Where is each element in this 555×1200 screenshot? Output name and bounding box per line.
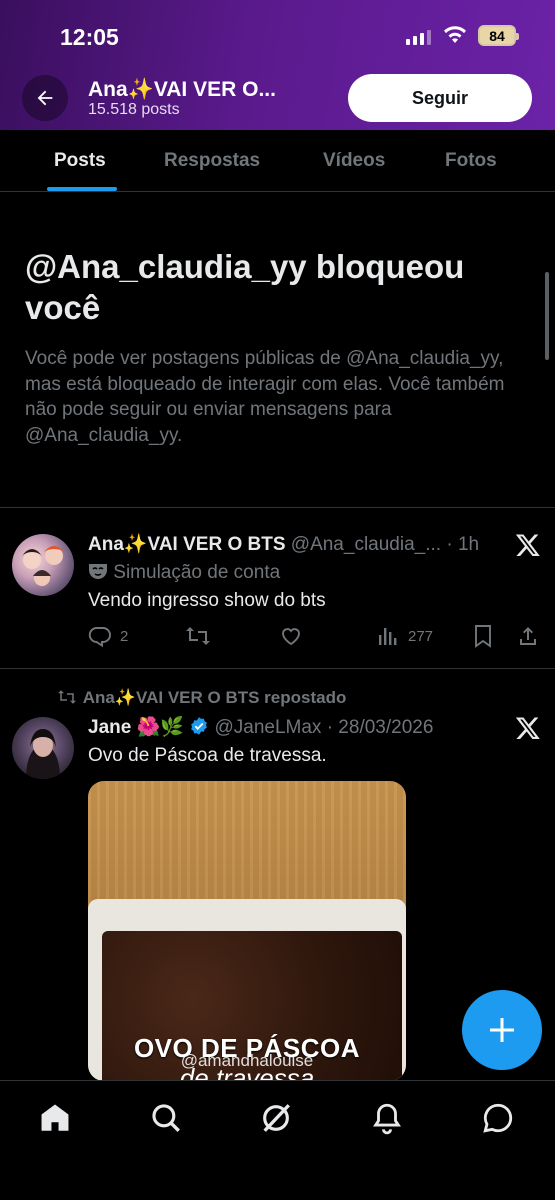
reply-count: 2	[120, 627, 129, 645]
messages-icon[interactable]	[481, 1101, 515, 1135]
profile-header: 12:05 84 Ana✨VAI VER O... 15.518 posts S…	[0, 0, 555, 130]
tab-fotos[interactable]: Fotos	[445, 150, 497, 172]
author-handle[interactable]: @Ana_claudia_...	[291, 534, 441, 555]
post-count: 15.518 posts	[88, 101, 180, 118]
avatar[interactable]	[12, 534, 74, 596]
tab-posts[interactable]: Posts	[54, 150, 106, 172]
compose-button[interactable]	[462, 990, 542, 1070]
tab-videos[interactable]: Vídeos	[323, 150, 385, 172]
mask-icon	[89, 564, 107, 579]
status-bar: 12:05 84	[0, 22, 555, 52]
post-media-video[interactable]: OVO DE PÁSCOA @amandhalouise de travessa	[88, 781, 406, 1081]
views-button[interactable]: 277	[376, 624, 433, 648]
view-count: 277	[408, 627, 434, 645]
post-time: · 1h	[446, 534, 480, 555]
cellular-signal-icon	[406, 30, 431, 45]
x-logo-icon	[515, 534, 540, 557]
blocked-message: Você pode ver postagens públicas de @Ana…	[25, 348, 505, 446]
avatar-photo	[22, 546, 64, 586]
author-name[interactable]: Jane 🌺🌿	[88, 717, 184, 738]
blocked-title: @Ana_claudia_yy bloqueou você	[25, 248, 465, 326]
repost-note: Ana✨VAI VER O BTS repostado	[56, 688, 346, 708]
media-caption-2: de travessa	[179, 1063, 315, 1081]
share-icon	[520, 627, 536, 645]
repost-note-text[interactable]: Ana✨VAI VER O BTS repostado	[83, 688, 347, 707]
like-icon	[282, 628, 300, 646]
post-actions: 2 277	[88, 624, 543, 652]
share-button[interactable]	[516, 624, 540, 648]
like-button[interactable]	[279, 624, 303, 648]
wifi-icon	[444, 26, 466, 43]
divider	[0, 668, 555, 669]
views-icon	[379, 628, 397, 645]
search-icon[interactable]	[149, 1101, 183, 1135]
author-handle[interactable]: @JaneLMax	[214, 717, 321, 738]
back-arrow-icon	[37, 90, 53, 106]
parody-label-text: Simulação de conta	[113, 562, 281, 583]
verified-icon	[191, 717, 208, 735]
notifications-icon[interactable]	[370, 1101, 404, 1135]
compose-plus-icon	[490, 1018, 514, 1042]
back-button[interactable]	[22, 75, 68, 121]
bookmark-button[interactable]	[472, 624, 494, 648]
repost-icon	[58, 690, 76, 704]
post-header: Jane 🌺🌿 @JaneLMax · 28/03/2026	[88, 715, 433, 739]
avatar-photo	[26, 729, 60, 779]
home-icon[interactable]	[38, 1101, 72, 1135]
repost-icon	[186, 627, 210, 645]
repost-button[interactable]	[185, 624, 211, 648]
reply-button[interactable]: 2	[88, 624, 128, 648]
profile-tabs: Posts Respostas Vídeos Fotos	[0, 130, 555, 192]
post-text: Vendo ingresso show do bts	[88, 590, 326, 611]
scrollbar[interactable]	[545, 272, 549, 360]
x-logo-icon	[515, 717, 540, 740]
divider	[0, 507, 555, 508]
author-name[interactable]: Ana✨VAI VER O BTS	[88, 534, 286, 555]
status-time: 12:05	[60, 24, 119, 50]
reply-icon	[88, 627, 111, 648]
active-tab-indicator	[47, 187, 117, 191]
bookmark-icon	[475, 625, 491, 648]
follow-button[interactable]: Seguir	[348, 74, 532, 122]
profile-title: Ana✨VAI VER O...	[88, 78, 276, 101]
post-text: Ovo de Páscoa de travessa.	[88, 745, 327, 766]
avatar[interactable]	[12, 717, 74, 779]
tab-respostas[interactable]: Respostas	[164, 150, 260, 172]
post-time: · 28/03/2026	[326, 717, 434, 738]
bottom-navigation	[0, 1080, 555, 1200]
battery-icon: 84	[478, 25, 519, 46]
grok-icon[interactable]	[259, 1101, 293, 1135]
parody-label: Simulação de conta	[88, 562, 280, 584]
post-header: Ana✨VAI VER O BTS @Ana_claudia_... · 1h	[88, 532, 479, 556]
